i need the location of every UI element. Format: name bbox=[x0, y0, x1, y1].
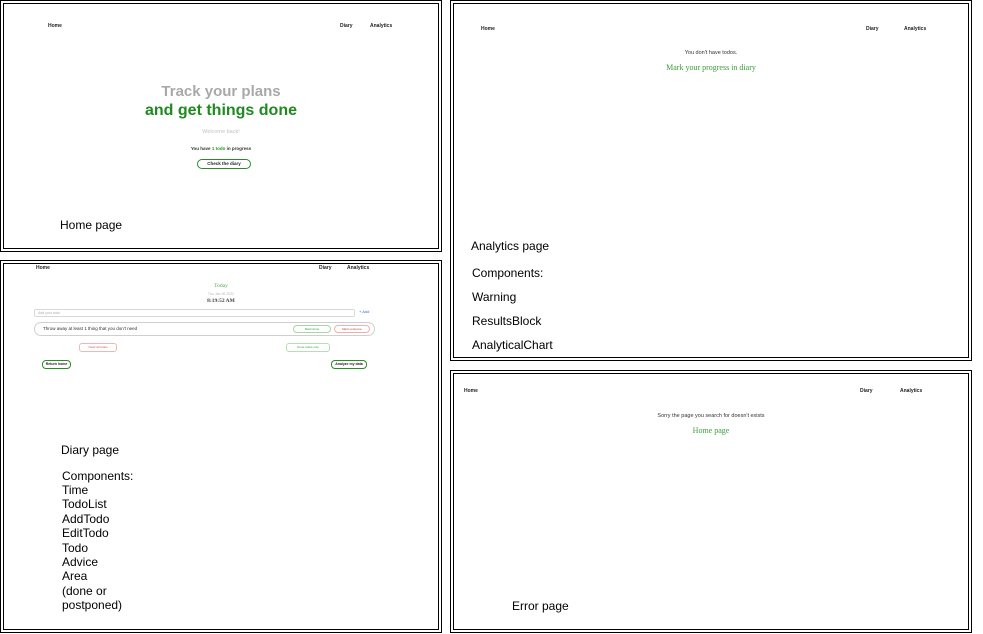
nav-diary-link[interactable]: Diary bbox=[866, 26, 879, 32]
diary-component-edittodo: EditTodo bbox=[62, 526, 109, 540]
nav-home-link[interactable]: Home bbox=[48, 23, 62, 29]
postponed-area[interactable]: Clear all todos bbox=[79, 343, 117, 352]
hero-title-line2: and get things done bbox=[145, 102, 297, 119]
mark-done-button[interactable]: Mark done bbox=[293, 325, 331, 333]
diary-component-todo: Todo bbox=[62, 541, 89, 555]
current-date: Thu Jan 06 2022 bbox=[207, 292, 235, 296]
analytics-page-panel: Home Diary Analytics You don't have todo… bbox=[450, 0, 972, 361]
current-time: 8:19:52 AM bbox=[207, 298, 235, 304]
diary-component-advice: Advice bbox=[62, 555, 99, 569]
return-home-button[interactable]: Return home bbox=[42, 360, 71, 369]
diary-component-area: Area bbox=[62, 569, 88, 583]
progress-prefix: You have bbox=[190, 146, 212, 151]
todo-text: Throw away at least 1 thing that you don… bbox=[43, 326, 138, 331]
today-heading: Today bbox=[214, 283, 228, 289]
error-page-panel: Home Diary Analytics Sorry the page you … bbox=[450, 370, 972, 633]
nav-analytics-link[interactable]: Analytics bbox=[904, 26, 926, 32]
nav-analytics-link[interactable]: Analytics bbox=[370, 23, 392, 29]
nav-diary-link[interactable]: Diary bbox=[340, 23, 353, 29]
nav-home-link[interactable]: Home bbox=[36, 265, 50, 271]
diary-component-area-note1: (done or bbox=[62, 584, 107, 598]
nav-home-link[interactable]: Home bbox=[481, 26, 495, 32]
analytics-component-analyticalchart: AnalyticalChart bbox=[472, 338, 553, 352]
add-todo-button[interactable]: + Add bbox=[359, 309, 369, 314]
add-todo-input[interactable]: Add your todo bbox=[34, 309, 355, 317]
analyze-data-button[interactable]: Analyze my data bbox=[331, 360, 367, 369]
nav-analytics-link[interactable]: Analytics bbox=[347, 265, 369, 271]
check-diary-button[interactable]: Check the diary bbox=[197, 159, 251, 169]
mark-postpone-button[interactable]: Mark postpone bbox=[334, 325, 370, 333]
done-area[interactable]: Done todos only bbox=[286, 343, 330, 352]
todo-item: Throw away at least 1 thing that you don… bbox=[34, 322, 375, 336]
diary-component-addtodo: AddTodo bbox=[62, 512, 110, 526]
progress-count: 1 todo bbox=[211, 146, 226, 151]
home-caption: Home page bbox=[60, 218, 123, 232]
analytics-caption: Analytics page bbox=[471, 239, 550, 253]
diary-components-title: Components: bbox=[62, 469, 134, 483]
analytics-component-resultsblock: ResultsBlock bbox=[472, 314, 542, 328]
nav-diary-link[interactable]: Diary bbox=[319, 265, 332, 271]
error-caption: Error page bbox=[512, 599, 569, 613]
analytics-components-title: Components: bbox=[472, 266, 544, 280]
progress-text: You have 1 todo in progress bbox=[1, 146, 441, 151]
analytics-component-warning: Warning bbox=[472, 290, 517, 304]
no-todos-warning: You don't have todos. bbox=[684, 50, 738, 56]
home-page-panel: Home Diary Analytics Track your plans an… bbox=[0, 0, 442, 252]
diary-caption: Diary page bbox=[61, 443, 120, 457]
diary-component-area-note2: postponed) bbox=[62, 598, 123, 612]
nav-analytics-link[interactable]: Analytics bbox=[900, 388, 922, 394]
welcome-text: Welcome back! bbox=[202, 129, 240, 135]
progress-suffix: in progress bbox=[225, 146, 252, 151]
nav-diary-link[interactable]: Diary bbox=[860, 388, 873, 394]
diary-component-time: Time bbox=[62, 483, 89, 497]
mark-progress-link[interactable]: Mark your progress in diary bbox=[451, 63, 971, 72]
nav-home-link[interactable]: Home bbox=[464, 388, 478, 394]
home-page-link[interactable]: Home page bbox=[451, 426, 971, 435]
not-found-message: Sorry the page you search for doesn't ex… bbox=[657, 413, 765, 419]
hero-title-line1: Track your plans bbox=[161, 83, 281, 100]
diary-component-todolist: TodoList bbox=[62, 497, 107, 511]
